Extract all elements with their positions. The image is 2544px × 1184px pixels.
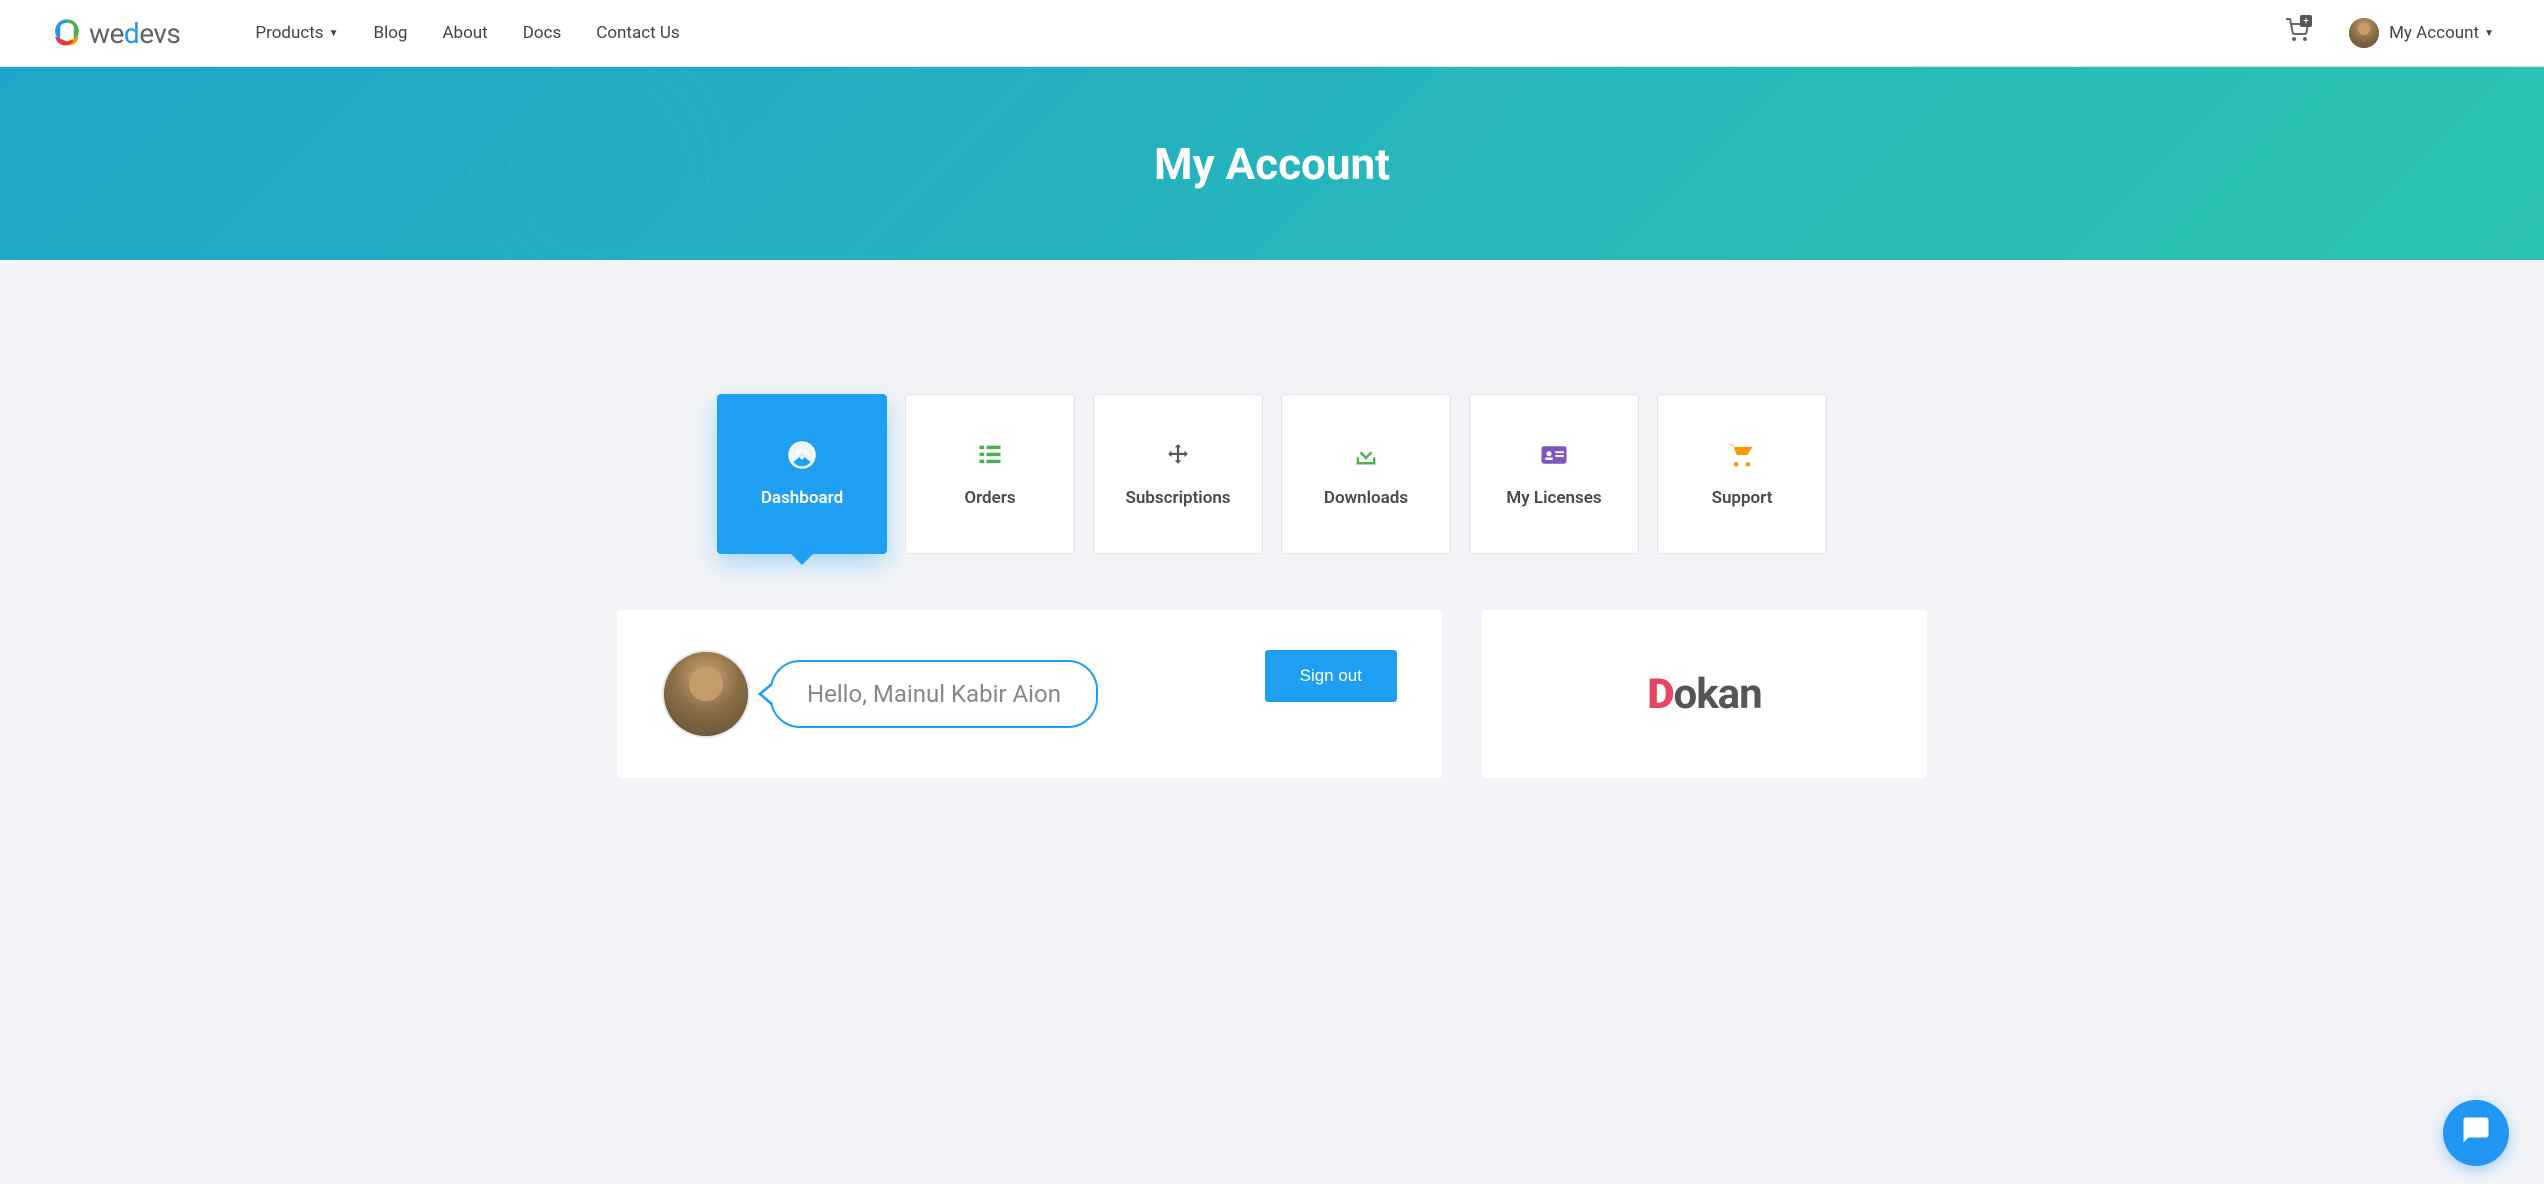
nav-item-about[interactable]: About: [442, 23, 487, 43]
download-icon: [1352, 440, 1380, 470]
signout-button[interactable]: Sign out: [1265, 650, 1397, 702]
user-avatar: [662, 650, 750, 738]
greeting-bubble: Hello, Mainul Kabir Aion: [770, 660, 1098, 728]
logo[interactable]: wedevs: [50, 16, 180, 50]
nav-label: Docs: [523, 23, 562, 43]
hero-banner: My Account: [0, 67, 2544, 260]
logo-text: wedevs: [89, 17, 180, 50]
greeting-text: Hello, Mainul Kabir Aion: [807, 680, 1061, 708]
tab-label: Downloads: [1324, 488, 1408, 508]
tab-subscriptions[interactable]: Subscriptions: [1093, 394, 1263, 554]
header-right: + My Account ▼: [2285, 18, 2494, 48]
tab-label: Subscriptions: [1125, 488, 1230, 508]
chat-icon: [2461, 1115, 2491, 1152]
tab-downloads[interactable]: Downloads: [1281, 394, 1451, 554]
nav-item-docs[interactable]: Docs: [523, 23, 562, 43]
main-navigation: Products ▼ Blog About Docs Contact Us: [255, 23, 679, 43]
id-card-icon: [1539, 440, 1569, 470]
tab-dashboard[interactable]: Dashboard: [717, 394, 887, 554]
account-menu[interactable]: My Account ▼: [2349, 18, 2494, 48]
cart-button[interactable]: +: [2285, 18, 2309, 48]
page-title: My Account: [1154, 138, 1390, 190]
tab-label: My Licenses: [1506, 488, 1601, 508]
nav-label: Blog: [374, 23, 408, 43]
nav-label: About: [442, 23, 487, 43]
tab-support[interactable]: Support: [1657, 394, 1827, 554]
promo-card[interactable]: Dokan: [1482, 610, 1927, 778]
arrows-icon: [1165, 440, 1191, 470]
chat-button[interactable]: [2443, 1100, 2509, 1166]
tab-licenses[interactable]: My Licenses: [1469, 394, 1639, 554]
account-label: My Account: [2389, 23, 2479, 43]
cart-add-icon: +: [2300, 15, 2312, 27]
greeting-card: Hello, Mainul Kabir Aion Sign out: [617, 610, 1442, 778]
nav-item-contact[interactable]: Contact Us: [596, 23, 679, 43]
logo-icon: [50, 16, 84, 50]
site-header: wedevs Products ▼ Blog About Docs Contac…: [0, 0, 2544, 67]
nav-label: Contact Us: [596, 23, 679, 43]
tab-orders[interactable]: Orders: [905, 394, 1075, 554]
cart-icon: [1728, 440, 1756, 470]
nav-item-products[interactable]: Products ▼: [255, 23, 338, 43]
tab-label: Dashboard: [761, 488, 843, 508]
chevron-down-icon: ▼: [329, 28, 339, 39]
avatar-icon: [2349, 18, 2379, 48]
list-icon: [976, 440, 1004, 470]
dokan-logo: Dokan: [1647, 670, 1761, 719]
nav-label: Products: [255, 23, 323, 43]
dashboard-icon: [787, 440, 817, 470]
account-tabs: Dashboard Orders Subscriptions: [712, 260, 1832, 554]
chevron-down-icon: ▼: [2484, 28, 2494, 39]
nav-item-blog[interactable]: Blog: [374, 23, 408, 43]
main-content: Hello, Mainul Kabir Aion Sign out Dokan: [562, 554, 1982, 778]
tab-label: Support: [1712, 488, 1773, 508]
tab-label: Orders: [964, 488, 1015, 508]
